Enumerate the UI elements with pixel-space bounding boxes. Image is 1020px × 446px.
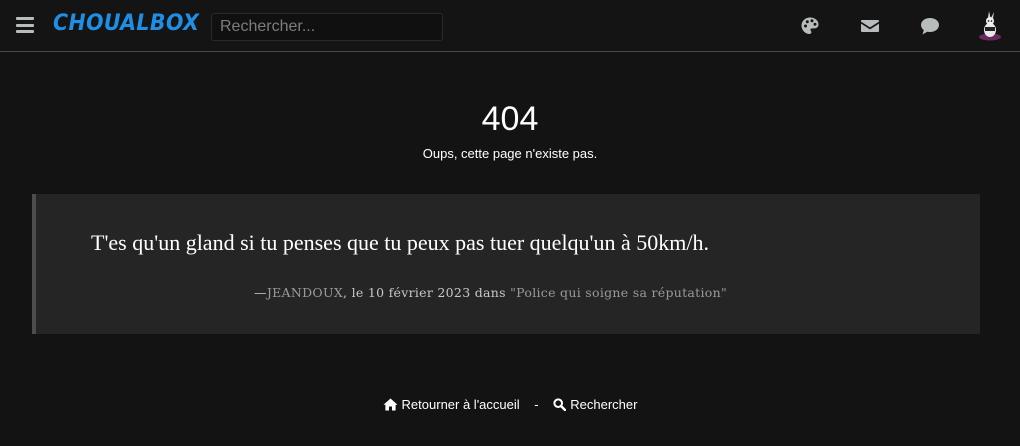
quote-dash: —	[254, 285, 267, 300]
palette-icon[interactable]	[800, 16, 820, 36]
home-icon	[383, 398, 398, 411]
quote-date: , le 10 février 2023 dans	[343, 285, 511, 300]
search-icon	[553, 398, 567, 412]
comment-icon[interactable]	[920, 16, 940, 36]
footer-separator: -	[534, 397, 539, 413]
search-link-label: Rechercher	[570, 397, 638, 413]
brand-logo[interactable]: CHOUALBOX	[53, 11, 199, 36]
navbar: CHOUALBOX	[0, 0, 1020, 52]
error-code: 404	[481, 100, 539, 138]
footer-links: Retourner à l'accueil - Rechercher	[0, 396, 1020, 412]
home-link-label: Retourner à l'accueil	[401, 397, 520, 413]
search-link[interactable]: Rechercher	[553, 397, 637, 412]
quote-text: T'es qu'un gland si tu penses que tu peu…	[91, 230, 710, 255]
envelope-icon[interactable]	[860, 17, 880, 37]
quote-source-link[interactable]: "Police qui soigne sa réputation"	[510, 285, 727, 300]
error-message: Oups, cette page n'existe pas.	[422, 146, 598, 161]
home-link[interactable]: Retourner à l'accueil	[383, 397, 520, 412]
avatar[interactable]	[976, 10, 1004, 42]
search-input[interactable]	[211, 13, 443, 41]
quote-attribution: —JEANDOUX, le 10 février 2023 dans "Poli…	[254, 285, 727, 300]
quote-block: T'es qu'un gland si tu penses que tu peu…	[32, 194, 980, 334]
menu-icon[interactable]	[16, 17, 34, 33]
quote-author-link[interactable]: JEANDOUX	[267, 285, 343, 300]
